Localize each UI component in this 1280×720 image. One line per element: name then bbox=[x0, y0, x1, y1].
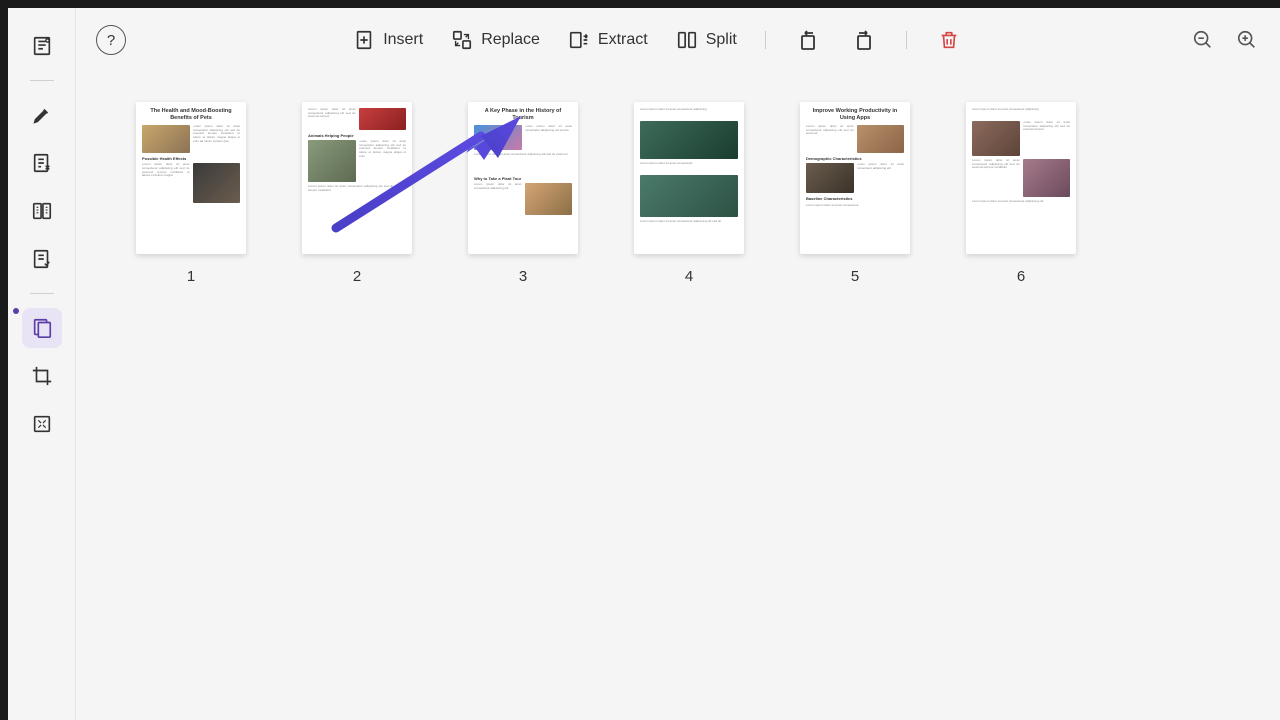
thumb-title: A Key Phase in the History of Tourism bbox=[474, 108, 572, 122]
sidebar-crop-tool[interactable] bbox=[22, 356, 62, 396]
page-thumbnail[interactable]: Lorem ipsum dolor sit amet consectetur a… bbox=[966, 102, 1076, 254]
trash-icon bbox=[938, 29, 960, 51]
toolbar-separator bbox=[765, 31, 766, 49]
sidebar-highlight-tool[interactable] bbox=[22, 95, 62, 135]
sidebar-form-tool[interactable] bbox=[22, 239, 62, 279]
sidebar-compress-tool[interactable] bbox=[22, 404, 62, 444]
page-item[interactable]: Lorem ipsum dolor sit amet consectetur a… bbox=[966, 102, 1076, 285]
page-item[interactable]: Improve Working Productivity in Using Ap… bbox=[800, 102, 910, 285]
sidebar-divider bbox=[30, 293, 54, 294]
insert-button[interactable]: Insert bbox=[353, 29, 423, 51]
thumb-title: The Health and Mood-Boosting Benefits of… bbox=[142, 108, 240, 122]
replace-label: Replace bbox=[481, 31, 540, 49]
replace-button[interactable]: Replace bbox=[451, 29, 540, 51]
extract-button[interactable]: Extract bbox=[568, 29, 648, 51]
zoom-out-icon bbox=[1192, 29, 1214, 51]
help-label: ? bbox=[107, 32, 115, 49]
thumb-subtitle: Why to Take a Plant Tour bbox=[474, 176, 572, 181]
page-number: 2 bbox=[353, 268, 361, 285]
help-button[interactable]: ? bbox=[96, 25, 126, 55]
rotate-left-button[interactable] bbox=[794, 26, 822, 54]
pages-grid: The Health and Mood-Boosting Benefits of… bbox=[136, 102, 1220, 285]
zoom-in-icon bbox=[1236, 29, 1258, 51]
page-item[interactable]: Lorem ipsum dolor sit amet consectetur a… bbox=[302, 102, 412, 285]
page-thumbnail[interactable]: Improve Working Productivity in Using Ap… bbox=[800, 102, 910, 254]
page-number: 4 bbox=[685, 268, 693, 285]
active-indicator-dot bbox=[13, 308, 19, 314]
zoom-out-button[interactable] bbox=[1190, 27, 1216, 53]
sidebar-organize-pages[interactable] bbox=[22, 308, 62, 348]
split-button[interactable]: Split bbox=[676, 29, 737, 51]
sidebar-thumbnail-panel[interactable] bbox=[22, 26, 62, 66]
insert-icon bbox=[353, 29, 375, 51]
page-thumbnail[interactable]: A Key Phase in the History of Tourism Lo… bbox=[468, 102, 578, 254]
page-thumbnail[interactable]: Lorem ipsum dolor sit amet consectetur a… bbox=[634, 102, 744, 254]
toolbar: ? Insert Replace Extract Split bbox=[76, 8, 1280, 72]
page-thumbnail[interactable]: The Health and Mood-Boosting Benefits of… bbox=[136, 102, 246, 254]
pages-area: The Health and Mood-Boosting Benefits of… bbox=[76, 72, 1280, 720]
page-item[interactable]: The Health and Mood-Boosting Benefits of… bbox=[136, 102, 246, 285]
rotate-right-button[interactable] bbox=[850, 26, 878, 54]
delete-button[interactable] bbox=[935, 26, 963, 54]
thumb-title: Improve Working Productivity in Using Ap… bbox=[806, 108, 904, 122]
extract-icon bbox=[568, 29, 590, 51]
page-number: 5 bbox=[851, 268, 859, 285]
split-label: Split bbox=[706, 31, 737, 49]
page-number: 3 bbox=[519, 268, 527, 285]
page-thumbnail[interactable]: Lorem ipsum dolor sit amet consectetur a… bbox=[302, 102, 412, 254]
extract-label: Extract bbox=[598, 31, 648, 49]
split-icon bbox=[676, 29, 698, 51]
insert-label: Insert bbox=[383, 31, 423, 49]
thumb-subtitle: Baseline Characteristics bbox=[806, 196, 904, 201]
sidebar-reading-tool[interactable] bbox=[22, 191, 62, 231]
thumb-subtitle: Demographic Characteristics bbox=[806, 156, 904, 161]
thumb-subtitle: Animals Helping People bbox=[308, 133, 406, 138]
thumb-subtitle: Possible Health Effects bbox=[142, 156, 240, 161]
rotate-left-icon bbox=[796, 28, 820, 52]
page-item[interactable]: A Key Phase in the History of Tourism Lo… bbox=[468, 102, 578, 285]
sidebar-divider bbox=[30, 80, 54, 81]
sidebar-edit-text-tool[interactable] bbox=[22, 143, 62, 183]
sidebar bbox=[8, 8, 76, 720]
page-number: 6 bbox=[1017, 268, 1025, 285]
rotate-right-icon bbox=[852, 28, 876, 52]
replace-icon bbox=[451, 29, 473, 51]
main-area: ? Insert Replace Extract Split bbox=[76, 8, 1280, 720]
page-item[interactable]: Lorem ipsum dolor sit amet consectetur a… bbox=[634, 102, 744, 285]
page-number: 1 bbox=[187, 268, 195, 285]
zoom-in-button[interactable] bbox=[1234, 27, 1260, 53]
toolbar-separator bbox=[906, 31, 907, 49]
